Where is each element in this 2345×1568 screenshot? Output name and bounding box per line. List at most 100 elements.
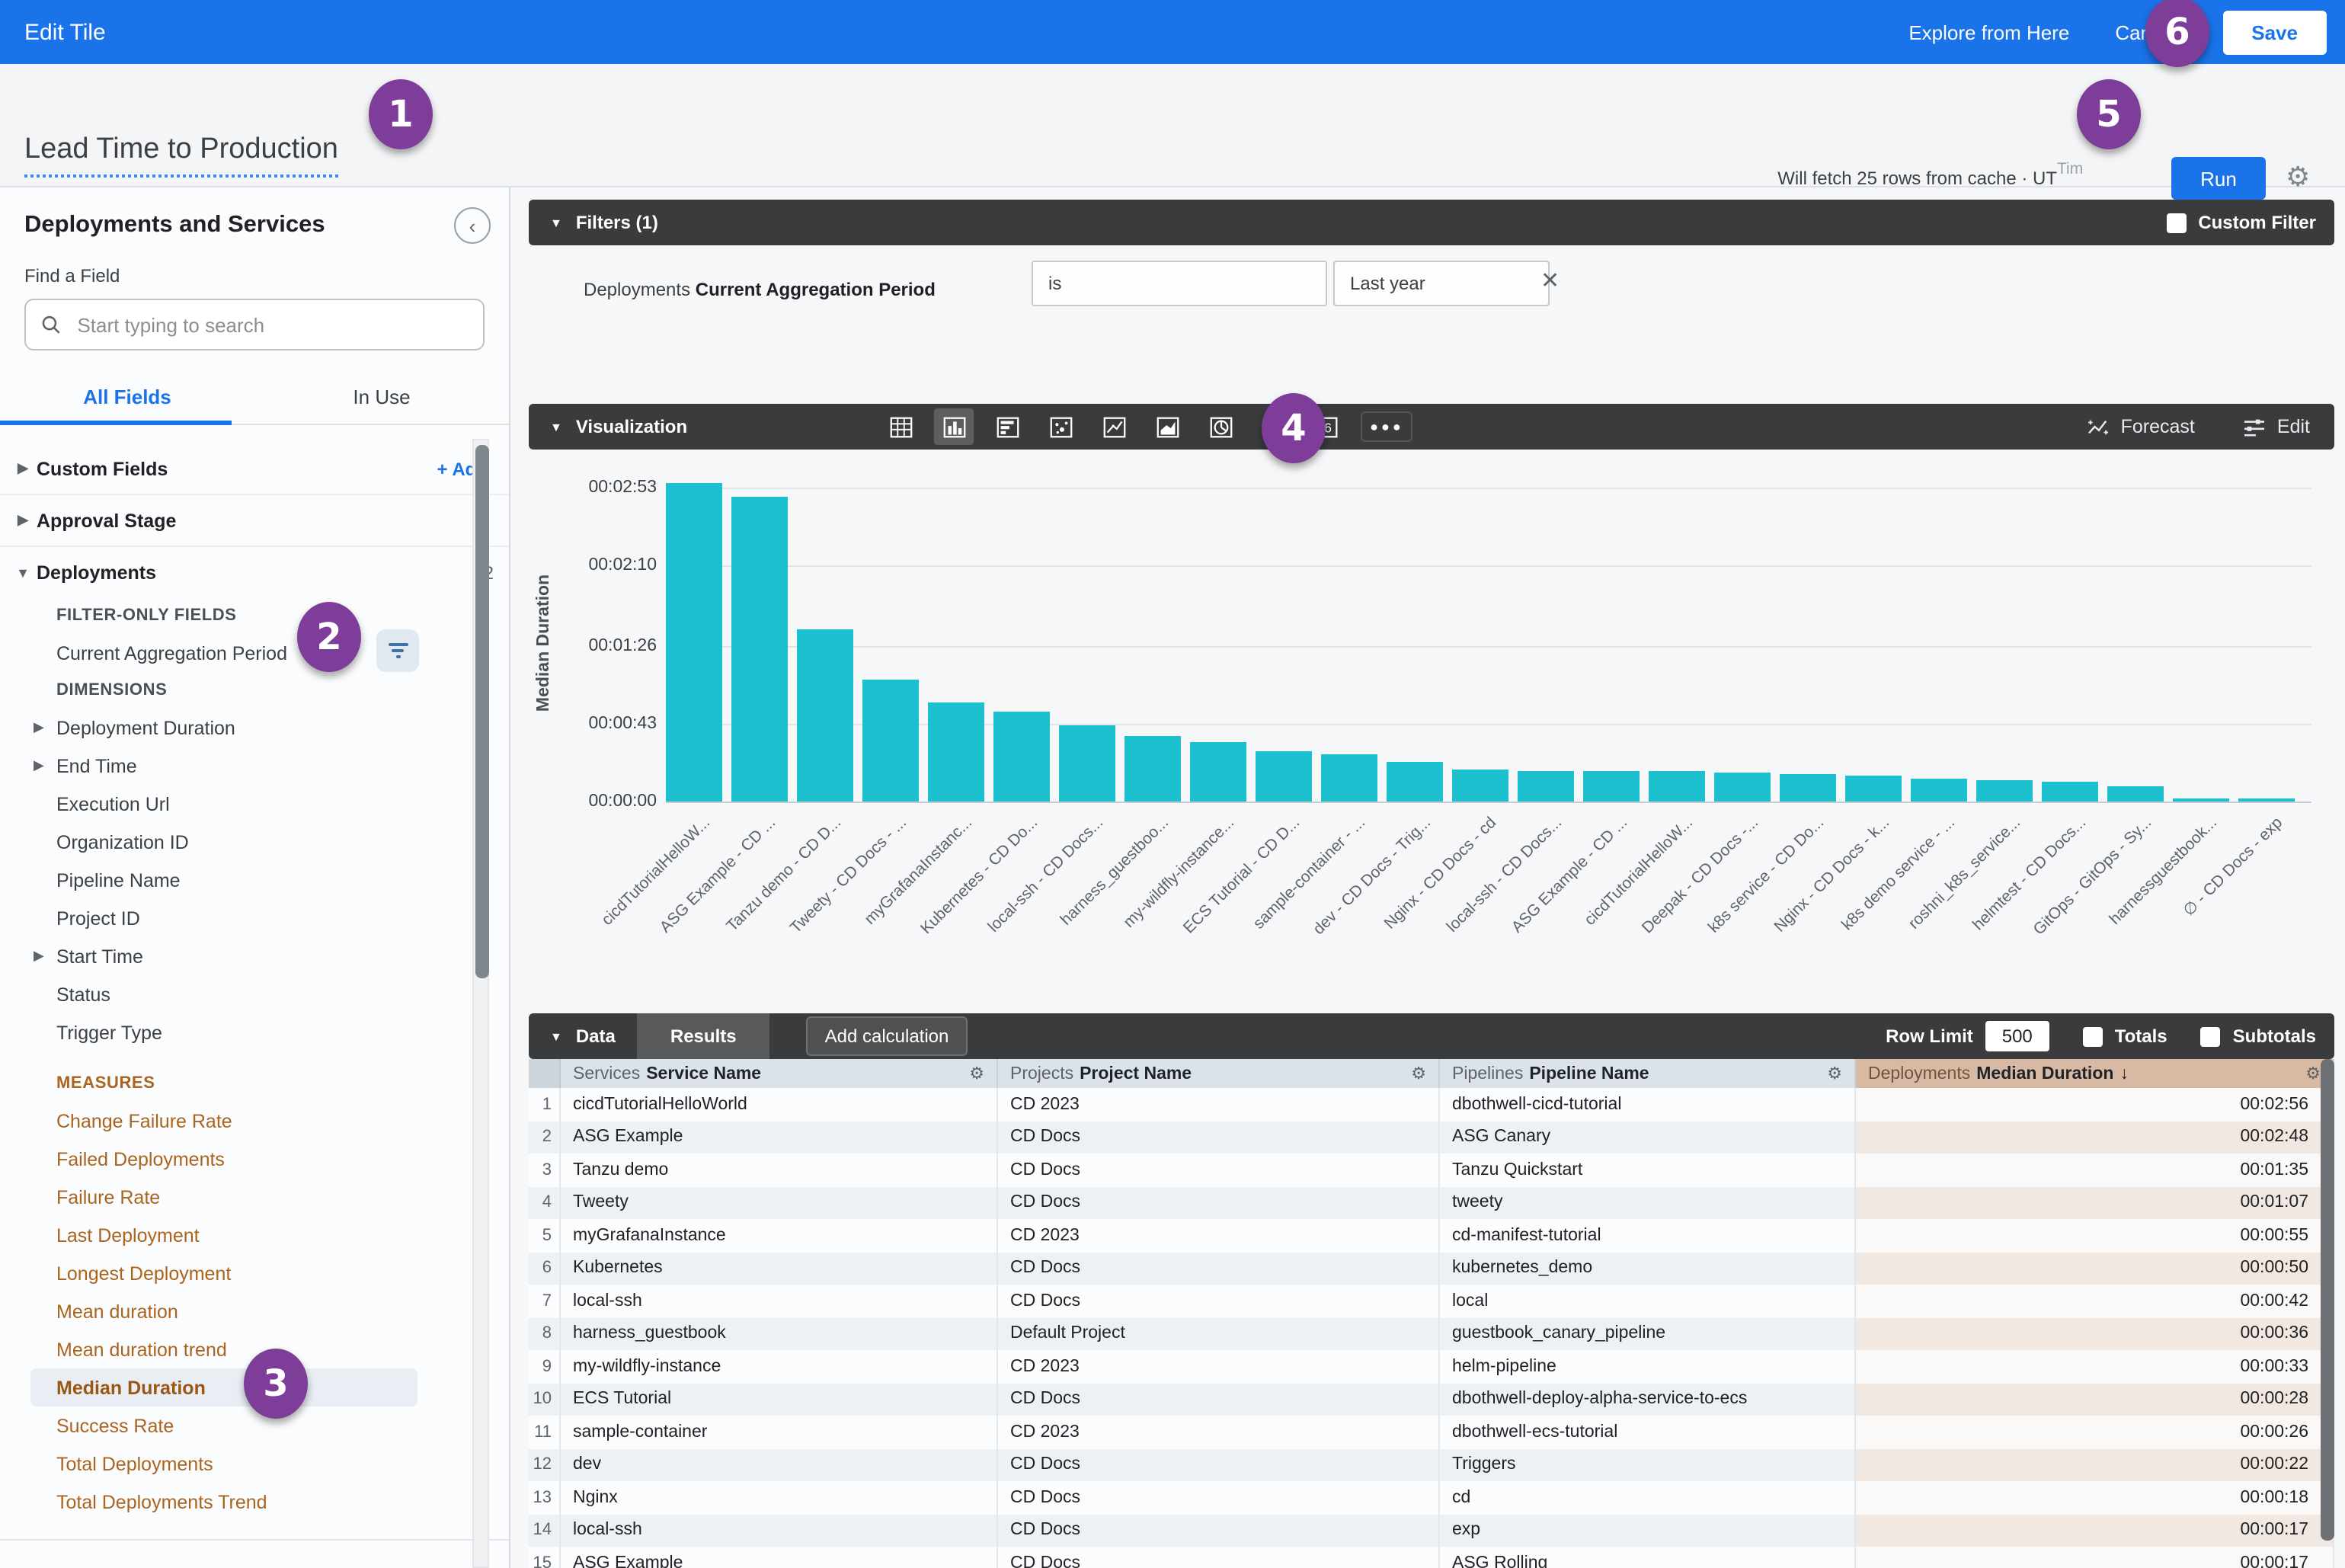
sidebar-field-start-time[interactable]: ▶Start Time <box>0 937 509 975</box>
table-cell[interactable]: dbothwell-ecs-tutorial <box>1440 1416 1856 1448</box>
table-cell[interactable]: dbothwell-cicd-tutorial <box>1440 1088 1856 1121</box>
table-cell[interactable]: ASG Example <box>561 1547 998 1568</box>
sidebar-group-approval-stage[interactable]: ▶ Approval Stage <box>0 494 509 546</box>
table-cell[interactable]: 00:00:28 <box>1856 1383 2334 1416</box>
field-search-box[interactable] <box>24 299 485 350</box>
table-cell[interactable]: CD Docs <box>998 1514 1440 1547</box>
bar-18[interactable] <box>1780 774 1836 802</box>
gear-icon[interactable]: ⚙ <box>1411 1064 1426 1083</box>
bar-11[interactable] <box>1321 754 1377 802</box>
bar-22[interactable] <box>2042 782 2098 802</box>
chevron-right-icon[interactable]: ▶ <box>34 948 56 965</box>
table-cell[interactable]: 00:00:26 <box>1856 1416 2334 1448</box>
table-cell[interactable]: helm-pipeline <box>1440 1350 1856 1383</box>
column-header-service-name[interactable]: ServicesService Name ⚙ <box>561 1059 998 1088</box>
table-cell[interactable]: kubernetes_demo <box>1440 1252 1856 1285</box>
table-cell[interactable]: local-ssh <box>561 1514 998 1547</box>
table-cell[interactable]: my-wildfly-instance <box>561 1350 998 1383</box>
run-button[interactable]: Run <box>2171 157 2266 200</box>
table-cell[interactable]: tweety <box>1440 1186 1856 1219</box>
sidebar-scrollbar-thumb[interactable] <box>475 445 489 978</box>
table-cell[interactable]: CD Docs <box>998 1481 1440 1514</box>
bar-10[interactable] <box>1256 750 1312 802</box>
table-cell[interactable]: 00:02:56 <box>1856 1088 2334 1121</box>
sidebar-field-trigger-type[interactable]: Trigger Type <box>0 1013 509 1051</box>
field-current-aggregation-period[interactable]: Current Aggregation Period <box>0 634 509 672</box>
sidebar-group-deployments[interactable]: ▼ Deployments 2 <box>0 546 509 597</box>
table-cell[interactable]: 00:01:07 <box>1856 1186 2334 1219</box>
table-cell[interactable]: CD 2023 <box>998 1088 1440 1121</box>
gear-icon[interactable]: ⚙ <box>2286 162 2310 194</box>
table-cell[interactable]: myGrafanaInstance <box>561 1219 998 1252</box>
data-header[interactable]: ▼ Data Results Add calculation Row Limit… <box>529 1013 2334 1059</box>
table-cell[interactable]: 00:00:36 <box>1856 1317 2334 1350</box>
sidebar-field-longest-deployment[interactable]: Longest Deployment <box>0 1254 509 1292</box>
table-cell[interactable]: CD Docs <box>998 1252 1440 1285</box>
sidebar-field-failure-rate[interactable]: Failure Rate <box>0 1178 509 1216</box>
remove-filter-icon[interactable]: ✕ <box>1540 267 1560 294</box>
viz-bar-chart-icon[interactable] <box>987 408 1027 445</box>
table-scrollbar-thumb[interactable] <box>2321 1059 2334 1541</box>
sidebar-field-execution-url[interactable]: Execution Url <box>0 785 509 823</box>
table-cell[interactable]: CD 2023 <box>998 1350 1440 1383</box>
table-cell[interactable]: dev <box>561 1448 998 1481</box>
table-cell[interactable]: 00:00:42 <box>1856 1285 2334 1317</box>
table-cell[interactable]: Triggers <box>1440 1448 1856 1481</box>
custom-filter-checkbox[interactable] <box>2166 213 2186 232</box>
table-cell[interactable]: Tweety <box>561 1186 998 1219</box>
add-calculation-button[interactable]: Add calculation <box>807 1016 968 1056</box>
sidebar-field-success-rate[interactable]: Success Rate <box>0 1406 509 1445</box>
bar-20[interactable] <box>1911 778 1967 802</box>
sidebar-field-failed-deployments[interactable]: Failed Deployments <box>0 1140 509 1178</box>
sidebar-field-total-deployments-trend[interactable]: Total Deployments Trend <box>0 1483 509 1521</box>
table-cell[interactable]: CD Docs <box>998 1547 1440 1568</box>
table-cell[interactable]: Kubernetes <box>561 1252 998 1285</box>
table-cell[interactable]: Tanzu demo <box>561 1154 998 1186</box>
bar-2[interactable] <box>731 497 788 802</box>
bar-15[interactable] <box>1583 771 1640 802</box>
column-header-median-duration[interactable]: DeploymentsMedian Duration ↓ ⚙ <box>1856 1059 2334 1088</box>
column-header-pipeline-name[interactable]: PipelinesPipeline Name ⚙ <box>1440 1059 1856 1088</box>
gear-icon[interactable]: ⚙ <box>1827 1064 1842 1083</box>
save-button[interactable]: Save <box>2222 10 2327 54</box>
sidebar-field-total-deployments[interactable]: Total Deployments <box>0 1445 509 1483</box>
table-cell[interactable]: local-ssh <box>561 1285 998 1317</box>
results-tab[interactable]: Results <box>637 1013 770 1059</box>
table-cell[interactable]: dbothwell-deploy-alpha-service-to-ecs <box>1440 1383 1856 1416</box>
tab-all-fields[interactable]: All Fields <box>0 378 254 424</box>
table-cell[interactable]: ASG Example <box>561 1121 998 1154</box>
table-cell[interactable]: Nginx <box>561 1481 998 1514</box>
table-cell[interactable]: 00:00:33 <box>1856 1350 2334 1383</box>
bar-13[interactable] <box>1452 769 1508 802</box>
table-cell[interactable]: local <box>1440 1285 1856 1317</box>
bar-6[interactable] <box>993 711 1050 802</box>
subtotals-checkbox[interactable] <box>2201 1026 2221 1046</box>
table-cell[interactable]: 00:00:18 <box>1856 1481 2334 1514</box>
viz-table-icon[interactable] <box>881 408 920 445</box>
sidebar-field-mean-duration[interactable]: Mean duration <box>0 1292 509 1330</box>
table-cell[interactable]: 00:00:50 <box>1856 1252 2334 1285</box>
chevron-right-icon[interactable]: ▶ <box>34 757 56 774</box>
table-cell[interactable]: cd-manifest-tutorial <box>1440 1219 1856 1252</box>
filter-value-input[interactable]: Last year <box>1333 261 1550 306</box>
row-limit-input[interactable]: 500 <box>1985 1021 2049 1051</box>
table-cell[interactable]: ECS Tutorial <box>561 1383 998 1416</box>
table-cell[interactable]: sample-container <box>561 1416 998 1448</box>
gear-icon[interactable]: ⚙ <box>2305 1064 2321 1083</box>
filter-operator-select[interactable]: is <box>1032 261 1327 306</box>
bar-8[interactable] <box>1125 736 1181 802</box>
table-cell[interactable]: CD Docs <box>998 1186 1440 1219</box>
tab-in-use[interactable]: In Use <box>254 378 509 424</box>
sidebar-field-deployment-duration[interactable]: ▶Deployment Duration <box>0 709 509 747</box>
bar-23[interactable] <box>2107 787 2164 802</box>
column-header-project-name[interactable]: ProjectsProject Name ⚙ <box>998 1059 1440 1088</box>
bar-5[interactable] <box>928 702 984 802</box>
bar-12[interactable] <box>1387 762 1443 802</box>
sidebar-field-pipeline-name[interactable]: Pipeline Name <box>0 861 509 899</box>
table-cell[interactable]: 00:00:17 <box>1856 1547 2334 1568</box>
table-cell[interactable]: cd <box>1440 1481 1856 1514</box>
viz-pie-chart-icon[interactable] <box>1201 408 1240 445</box>
gear-icon[interactable]: ⚙ <box>969 1064 984 1083</box>
bar-25[interactable] <box>2238 798 2295 802</box>
table-cell[interactable]: CD 2023 <box>998 1219 1440 1252</box>
